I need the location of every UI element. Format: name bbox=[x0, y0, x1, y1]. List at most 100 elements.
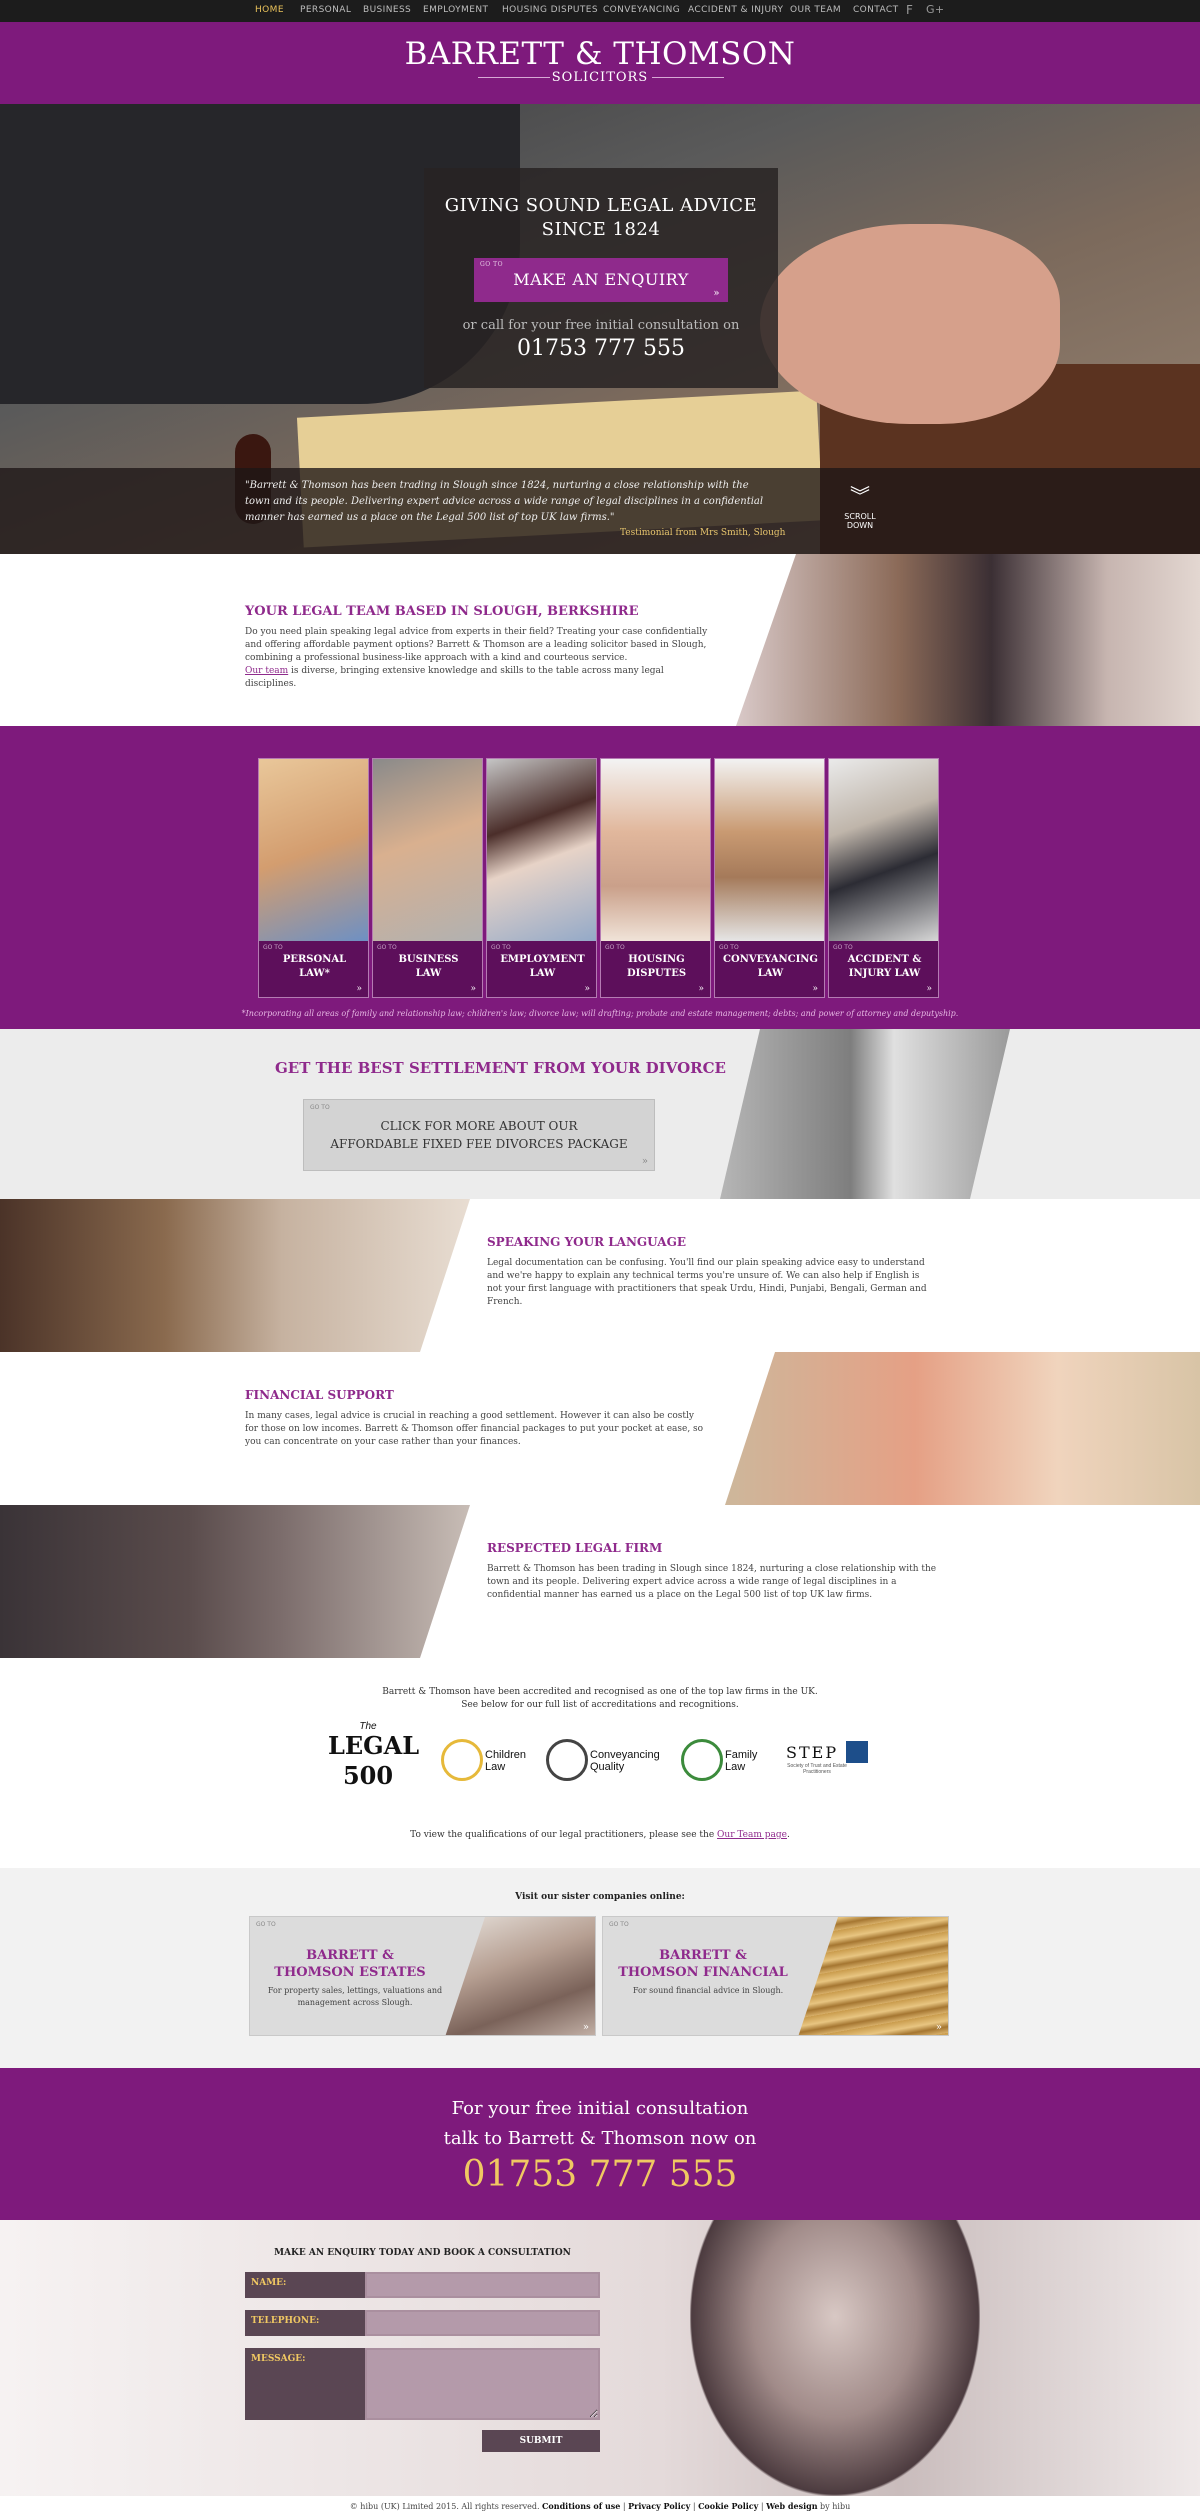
accreditations-intro-line1: Barrett & Thomson have been accredited a… bbox=[382, 1687, 818, 1697]
goto-label: GO TO bbox=[609, 1921, 629, 1928]
goto-label: GO TO bbox=[491, 944, 511, 951]
chevron-right-icon: » bbox=[470, 984, 476, 994]
chevron-right-icon: » bbox=[584, 984, 590, 994]
legal-500-logo: The LEGAL 500 bbox=[327, 1720, 420, 1800]
hero-image-hand bbox=[760, 224, 1060, 424]
nav-conveyancing[interactable]: CONVEYANCING bbox=[603, 5, 680, 15]
sister-companies-section: Visit our sister companies online: GO TO… bbox=[0, 1868, 1200, 2068]
nav-home[interactable]: HOME bbox=[255, 5, 284, 15]
service-accident-injury-law[interactable]: GO TO ACCIDENT & INJURY LAW » bbox=[828, 758, 939, 998]
outro-text: To view the qualifications of our legal … bbox=[410, 1830, 718, 1840]
step-word: STEP bbox=[786, 1743, 839, 1762]
nav-accident-injury[interactable]: ACCIDENT & INJURY bbox=[688, 5, 783, 15]
message-label: MESSAGE: bbox=[245, 2348, 365, 2420]
form-title: MAKE AN ENQUIRY TODAY AND BOOK A CONSULT… bbox=[274, 2248, 571, 2258]
service-photo bbox=[259, 759, 368, 941]
service-label-line2: LAW bbox=[415, 968, 442, 979]
nav-housing-disputes[interactable]: HOUSING DISPUTES bbox=[502, 5, 598, 15]
service-housing-disputes[interactable]: GO TO HOUSING DISPUTES » bbox=[600, 758, 711, 998]
telephone-input[interactable] bbox=[367, 2312, 598, 2334]
our-team-link[interactable]: Our team bbox=[245, 666, 288, 676]
service-label-line2: LAW bbox=[529, 968, 556, 979]
badge-seal-icon bbox=[546, 1739, 588, 1781]
site-logo[interactable]: BARRETT & THOMSON SOLICITORS bbox=[0, 22, 1200, 104]
scroll-down-label: SCROLL DOWN bbox=[844, 512, 876, 530]
cta-phone[interactable]: 01753 777 555 bbox=[0, 2154, 1200, 2195]
step-mark-icon bbox=[846, 1741, 868, 1763]
submit-button[interactable]: SUBMIT bbox=[482, 2430, 600, 2452]
our-team-page-link[interactable]: Our Team page bbox=[717, 1830, 787, 1840]
team-title: YOUR LEGAL TEAM BASED IN SLOUGH, BERKSHI… bbox=[245, 604, 639, 619]
cta-line1: For your free initial consultation bbox=[451, 2098, 749, 2119]
financial-photo bbox=[725, 1352, 1200, 1505]
google-plus-icon[interactable]: g+ bbox=[926, 3, 945, 16]
cookie-link[interactable]: Cookie Policy bbox=[698, 2501, 758, 2511]
nav-our-team[interactable]: OUR TEAM bbox=[790, 5, 841, 15]
barrett-thomson-financial-card[interactable]: GO TO BARRETT & THOMSON FINANCIAL For sou… bbox=[602, 1916, 949, 2036]
barrett-thomson-estates-card[interactable]: GO TO BARRETT & THOMSON ESTATES For prope… bbox=[249, 1916, 596, 2036]
hero-phone[interactable]: 01753 777 555 bbox=[424, 336, 778, 361]
service-label-line2: INJURY LAW bbox=[848, 968, 921, 979]
goto-label: GO TO bbox=[833, 944, 853, 951]
service-label: BUSINESS LAW bbox=[373, 953, 482, 981]
service-label-line1: PERSONAL bbox=[282, 954, 347, 965]
estates-description: For property sales, lettings, valuations… bbox=[267, 1986, 443, 2007]
conditions-link[interactable]: Conditions of use bbox=[542, 2501, 620, 2511]
message-input[interactable] bbox=[367, 2350, 598, 2418]
hero-heading-line2: SINCE 1824 bbox=[541, 219, 661, 240]
chevron-right-icon: » bbox=[356, 984, 362, 994]
logo-divider-right bbox=[652, 77, 724, 78]
team-photo bbox=[736, 554, 1200, 726]
services-section: GO TO PERSONAL LAW* » GO TO BUSINESS LAW »… bbox=[0, 726, 1200, 1029]
badge-line1: Conveyancing bbox=[590, 1749, 660, 1761]
goto-label: GO TO bbox=[310, 1104, 330, 1111]
scroll-down-button[interactable]: ︾ SCROLL DOWN bbox=[830, 486, 890, 530]
service-photo bbox=[487, 759, 596, 941]
facebook-icon[interactable]: f bbox=[906, 3, 913, 17]
service-business-law[interactable]: GO TO BUSINESS LAW » bbox=[372, 758, 483, 998]
divorce-section: GET THE BEST SETTLEMENT FROM YOUR DIVORC… bbox=[0, 1029, 1200, 1199]
nav-contact[interactable]: CONTACT bbox=[853, 5, 898, 15]
divorce-button-line2: AFFORDABLE FIXED FEE DIVORCES PACKAGE bbox=[330, 1137, 628, 1151]
nav-business[interactable]: BUSINESS bbox=[363, 5, 411, 15]
service-personal-law[interactable]: GO TO PERSONAL LAW* » bbox=[258, 758, 369, 998]
chevron-right-icon: » bbox=[812, 984, 818, 994]
footer-by: by hibu bbox=[817, 2502, 851, 2511]
badge-seal-icon bbox=[681, 1739, 723, 1781]
service-conveyancing-law[interactable]: GO TO CONVEYANCING LAW » bbox=[714, 758, 825, 998]
telephone-label: TELEPHONE: bbox=[245, 2310, 365, 2336]
make-enquiry-button[interactable]: GO TO MAKE AN ENQUIRY » bbox=[474, 258, 728, 302]
service-photo bbox=[373, 759, 482, 941]
legal-500-word: LEGAL bbox=[328, 1731, 420, 1760]
message-field-row: MESSAGE: bbox=[245, 2348, 600, 2420]
privacy-link[interactable]: Privacy Policy bbox=[628, 2501, 690, 2511]
accreditations-outro: To view the qualifications of our legal … bbox=[0, 1830, 1200, 1840]
service-label-line2: DISPUTES bbox=[626, 968, 687, 979]
webdesign-link[interactable]: Web design bbox=[766, 2501, 817, 2511]
law-society-children-law-badge: Children Law bbox=[440, 1730, 550, 1790]
service-employment-law[interactable]: GO TO EMPLOYMENT LAW » bbox=[486, 758, 597, 998]
financial-title: FINANCIAL SUPPORT bbox=[245, 1388, 394, 1402]
consultation-cta: For your free initial consultation talk … bbox=[0, 2068, 1200, 2220]
badge-line2: Law bbox=[485, 1761, 506, 1773]
nav-employment[interactable]: EMPLOYMENT bbox=[423, 5, 488, 15]
cta-line2: talk to Barrett & Thomson now on bbox=[443, 2128, 757, 2149]
name-input[interactable] bbox=[367, 2274, 598, 2296]
team-text: Do you need plain speaking legal advice … bbox=[245, 626, 715, 691]
chevron-down-icon: ︾ bbox=[850, 484, 870, 508]
footer-copyright: © hibu (UK) Limited 2015. All rights res… bbox=[349, 2502, 543, 2511]
nav-personal[interactable]: PERSONAL bbox=[300, 5, 351, 15]
service-label-line2: LAW* bbox=[299, 968, 330, 979]
goto-label: GO TO bbox=[605, 944, 625, 951]
service-photo bbox=[601, 759, 710, 941]
divorce-package-button[interactable]: GO TO CLICK FOR MORE ABOUT OUR AFFORDABL… bbox=[303, 1099, 655, 1171]
service-label-line1: CONVEYANCING bbox=[723, 954, 818, 965]
hero-cta-box: GIVING SOUND LEGAL ADVICE SINCE 1824 GO … bbox=[424, 168, 778, 388]
service-label: CONVEYANCING LAW bbox=[715, 953, 824, 981]
badge-line1: Family bbox=[725, 1749, 758, 1761]
outro-end: . bbox=[786, 1830, 790, 1840]
sister-label: Visit our sister companies online: bbox=[515, 1892, 685, 1902]
testimonial-quote: "Barrett & Thomson has been trading in S… bbox=[245, 480, 764, 523]
chevron-right-icon: » bbox=[935, 2022, 942, 2033]
badge-line1: Children bbox=[485, 1749, 526, 1761]
